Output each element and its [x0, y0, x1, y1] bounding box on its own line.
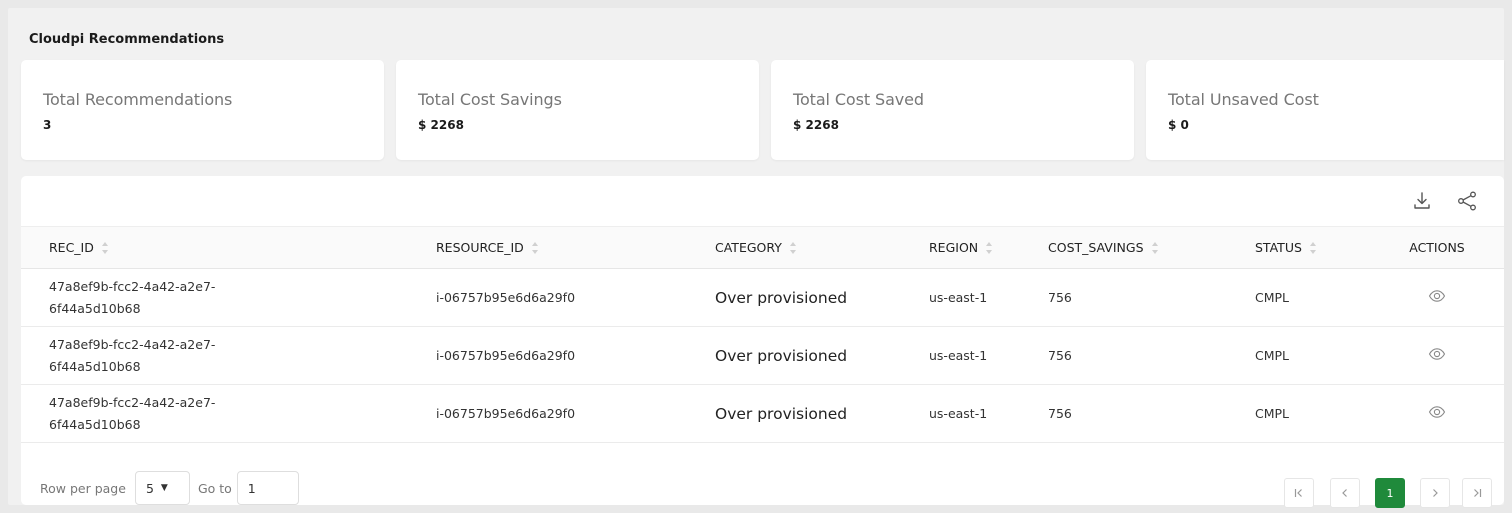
column-header-label: REGION: [929, 239, 979, 255]
first-page-icon: [1294, 489, 1302, 497]
cell-actions: [1370, 327, 1504, 385]
cell-actions: [1370, 269, 1504, 327]
card-value: $ 2268: [793, 118, 839, 132]
card-label: Total Recommendations: [43, 90, 233, 109]
cell-category: Over provisioned: [715, 288, 848, 307]
cell-actions: [1370, 385, 1504, 443]
card-value: $ 0: [1168, 118, 1189, 132]
recommendations-table: REC_ID RESOURCE_ID CATEGORY REGION COST_…: [21, 226, 1504, 443]
sort-icon[interactable]: [985, 241, 993, 255]
cell-rec-id: 47a8ef9b-fcc2-4a42-a2e7- 6f44a5d10b68: [21, 385, 408, 443]
cell-region: us-east-1: [929, 406, 988, 421]
chevron-left-icon: [1342, 489, 1347, 497]
cell-cost-savings: 756: [1048, 290, 1072, 305]
summary-cards: Total Recommendations 3 Total Cost Savin…: [21, 60, 1504, 160]
table-row: 47a8ef9b-fcc2-4a42-a2e7- 6f44a5d10b68 i-0…: [21, 327, 1504, 385]
last-page-icon: [1474, 489, 1482, 497]
download-icon[interactable]: [1410, 189, 1434, 213]
cell-category: Over provisioned: [715, 346, 848, 365]
card-label: Total Unsaved Cost: [1168, 90, 1319, 109]
cell-region: us-east-1: [929, 348, 988, 363]
rec-id-line: 6f44a5d10b68: [49, 358, 141, 374]
cell-cost-savings: 756: [1048, 348, 1072, 363]
card-label: Total Cost Saved: [793, 90, 924, 109]
cell-region: us-east-1: [929, 290, 988, 305]
sort-icon[interactable]: [789, 241, 797, 255]
cell-status: CMPL: [1255, 348, 1290, 363]
view-eye-icon[interactable]: [1428, 405, 1446, 419]
rec-id-line: 6f44a5d10b68: [49, 416, 141, 432]
card-total-recommendations: Total Recommendations 3: [21, 60, 384, 160]
next-page-button[interactable]: [1420, 478, 1450, 508]
chevron-right-icon: [1433, 489, 1438, 497]
recommendations-table-panel: REC_ID RESOURCE_ID CATEGORY REGION COST_…: [21, 176, 1504, 508]
previous-page-button[interactable]: [1330, 478, 1360, 508]
cell-category: Over provisioned: [715, 404, 848, 423]
page-1-button[interactable]: 1: [1375, 478, 1405, 508]
rows-per-page-select[interactable]: 5 ▼: [134, 471, 190, 505]
first-page-button[interactable]: [1284, 478, 1314, 508]
column-header-label: STATUS: [1255, 239, 1302, 255]
view-eye-icon[interactable]: [1428, 347, 1446, 361]
column-header-label: CATEGORY: [715, 239, 782, 255]
sort-icon[interactable]: [1151, 241, 1159, 255]
card-total-unsaved-cost: Total Unsaved Cost $ 0: [1146, 60, 1504, 160]
goto-label: Go to: [197, 480, 232, 496]
view-eye-icon[interactable]: [1428, 289, 1446, 303]
column-header-label: COST_SAVINGS: [1048, 239, 1144, 255]
card-label: Total Cost Savings: [418, 90, 562, 109]
share-icon[interactable]: [1455, 189, 1479, 213]
cell-rec-id: 47a8ef9b-fcc2-4a42-a2e7- 6f44a5d10b68: [21, 269, 408, 327]
rows-per-page-label: Row per page: [40, 480, 126, 496]
sort-icon[interactable]: [531, 241, 539, 255]
cell-status: CMPL: [1255, 290, 1290, 305]
cell-resource-id: i-06757b95e6d6a29f0: [436, 348, 576, 363]
rec-id-line: 47a8ef9b-fcc2-4a42-a2e7-: [49, 394, 216, 410]
rec-id-line: 47a8ef9b-fcc2-4a42-a2e7-: [49, 336, 216, 352]
column-header-actions: ACTIONS: [1409, 240, 1465, 255]
column-header-label: REC_ID: [49, 239, 94, 255]
column-header-label: RESOURCE_ID: [436, 239, 524, 255]
card-total-cost-savings: Total Cost Savings $ 2268: [396, 60, 759, 160]
cell-status: CMPL: [1255, 406, 1290, 421]
column-header-region[interactable]: REGION: [901, 227, 1020, 269]
goto-page-input[interactable]: [236, 471, 299, 505]
column-header-category[interactable]: CATEGORY: [687, 227, 901, 269]
caret-down-icon: ▼: [160, 483, 168, 493]
card-total-cost-saved: Total Cost Saved $ 2268: [771, 60, 1134, 160]
table-header-row: REC_ID RESOURCE_ID CATEGORY REGION COST_…: [21, 226, 1504, 269]
last-page-button[interactable]: [1462, 478, 1492, 508]
table-row: 47a8ef9b-fcc2-4a42-a2e7- 6f44a5d10b68 i-0…: [21, 385, 1504, 443]
section-title: Cloudpi Recommendations: [29, 32, 225, 47]
sort-icon[interactable]: [1309, 241, 1317, 255]
sort-icon[interactable]: [101, 241, 109, 255]
column-header-cost-savings[interactable]: COST_SAVINGS: [1020, 227, 1227, 269]
table-row: 47a8ef9b-fcc2-4a42-a2e7- 6f44a5d10b68 i-0…: [21, 269, 1504, 327]
card-value: $ 2268: [418, 118, 464, 132]
cell-cost-savings: 756: [1048, 406, 1072, 421]
cell-rec-id: 47a8ef9b-fcc2-4a42-a2e7- 6f44a5d10b68: [21, 327, 408, 385]
column-header-status[interactable]: STATUS: [1227, 227, 1370, 269]
cell-resource-id: i-06757b95e6d6a29f0: [436, 290, 576, 305]
recommendations-frame: Cloudpi Recommendations Total Recommenda…: [8, 8, 1504, 508]
rec-id-line: 6f44a5d10b68: [49, 300, 141, 316]
cell-resource-id: i-06757b95e6d6a29f0: [436, 406, 576, 421]
column-header-rec-id[interactable]: REC_ID: [21, 227, 408, 269]
rec-id-line: 47a8ef9b-fcc2-4a42-a2e7-: [49, 278, 216, 294]
rows-per-page-value: 5: [145, 480, 154, 496]
pagination-controls-left: Row per page 5 ▼ Go to: [40, 471, 299, 505]
column-header-resource-id[interactable]: RESOURCE_ID: [408, 227, 687, 269]
card-value: 3: [43, 118, 52, 132]
